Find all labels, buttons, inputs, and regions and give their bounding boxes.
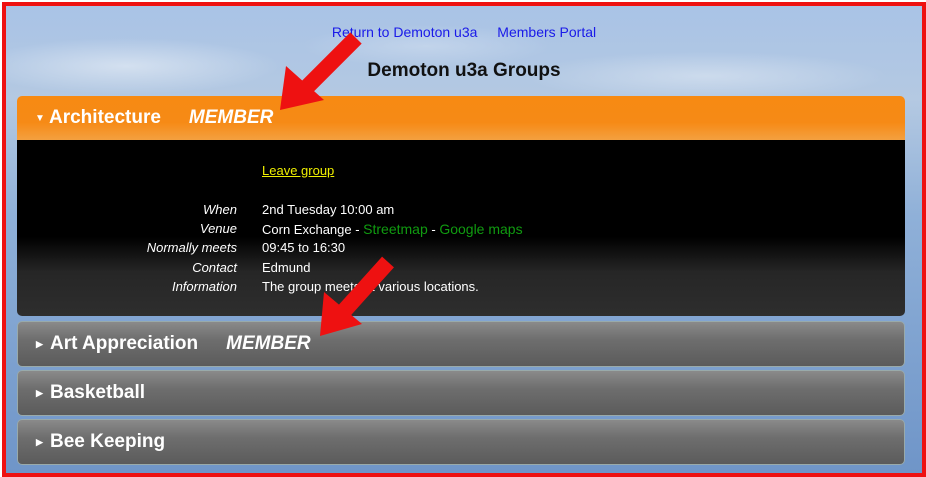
venue-name: Corn Exchange - xyxy=(262,222,364,237)
detail-value: 2nd Tuesday 10:00 am xyxy=(262,202,395,217)
group-art-appreciation: ▶ Art Appreciation MEMBER xyxy=(17,321,905,367)
detail-label: Venue xyxy=(199,221,237,236)
detail-value: Edmund xyxy=(262,260,311,275)
member-badge: MEMBER xyxy=(188,107,274,128)
group-architecture: ▼ Architecture MEMBER Leave group When 2… xyxy=(17,96,905,316)
detail-value: 09:45 to 16:30 xyxy=(262,240,346,255)
group-name: Bee Keeping xyxy=(50,431,166,452)
detail-label: Information xyxy=(171,279,237,294)
group-header-art-appreciation[interactable]: ▶ Art Appreciation MEMBER xyxy=(17,321,905,367)
detail-label: Contact xyxy=(192,260,237,275)
members-portal-link[interactable]: Members Portal xyxy=(497,24,596,40)
streetmap-link[interactable]: Streetmap xyxy=(363,221,428,237)
google-maps-link[interactable]: Google maps xyxy=(439,221,522,237)
detail-label: When xyxy=(203,202,237,217)
caret-right-icon: ▶ xyxy=(36,338,43,349)
page-title: Demoton u3a Groups xyxy=(367,60,561,81)
sky-background xyxy=(6,6,922,106)
detail-row-contact: Contact Edmund xyxy=(17,260,897,279)
group-name: Art Appreciation xyxy=(50,333,199,354)
group-details: Leave group When 2nd Tuesday 10:00 am Ve… xyxy=(17,140,905,316)
group-header-basketball[interactable]: ▶ Basketball xyxy=(17,370,905,416)
detail-row-meets: Normally meets 09:45 to 16:30 xyxy=(17,240,897,259)
detail-label: Normally meets xyxy=(146,240,237,255)
group-bee-keeping: ▶ Bee Keeping xyxy=(17,419,905,465)
group-basketball: ▶ Basketball xyxy=(17,370,905,416)
member-badge: MEMBER xyxy=(226,333,311,354)
caret-down-icon: ▼ xyxy=(35,112,45,124)
group-name: Basketball xyxy=(50,382,146,403)
return-link[interactable]: Return to Demoton u3a xyxy=(332,24,478,40)
detail-row-venue: Venue Corn Exchange - Streetmap - Google… xyxy=(17,221,897,240)
group-name: Architecture xyxy=(49,107,161,128)
detail-row-information: Information The group meets at various l… xyxy=(17,279,897,298)
detail-row-when: When 2nd Tuesday 10:00 am xyxy=(17,202,897,221)
top-nav: Return to Demoton u3a Members Portal xyxy=(6,24,922,40)
venue-separator: - xyxy=(427,222,440,237)
group-header-bee-keeping[interactable]: ▶ Bee Keeping xyxy=(17,419,905,465)
venue-value: Corn Exchange - Streetmap - Google maps xyxy=(262,221,523,237)
caret-right-icon: ▶ xyxy=(36,436,43,447)
screenshot-frame: Return to Demoton u3a Members Portal Dem… xyxy=(2,2,926,477)
detail-value: The group meets at various locations. xyxy=(262,279,479,294)
group-header-architecture[interactable]: ▼ Architecture MEMBER xyxy=(17,96,905,140)
caret-right-icon: ▶ xyxy=(36,387,43,398)
leave-group-link[interactable]: Leave group xyxy=(262,163,334,178)
